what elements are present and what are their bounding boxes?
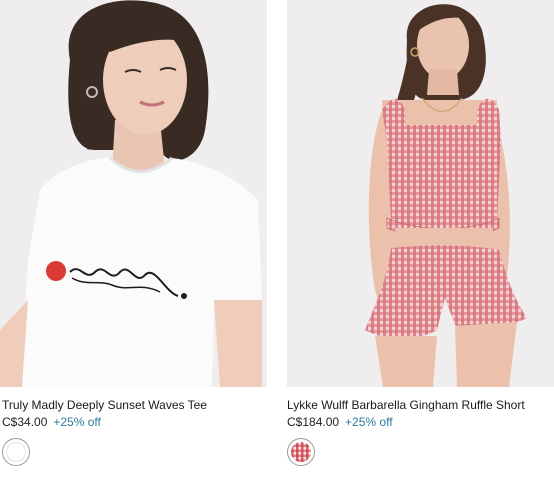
price-row: C$184.00 +25% off: [287, 414, 554, 430]
product-price: C$34.00: [2, 415, 48, 429]
product-image-gingham-ruffle-short[interactable]: [287, 0, 554, 387]
discount-badge: +25% off: [345, 415, 393, 429]
price-row: C$34.00 +25% off: [0, 414, 267, 430]
color-swatch-white[interactable]: [2, 438, 30, 466]
product-card[interactable]: Truly Madly Deeply Sunset Waves Tee C$34…: [0, 0, 267, 466]
product-card[interactable]: Lykke Wulff Barbarella Gingham Ruffle Sh…: [287, 0, 554, 466]
discount-badge: +25% off: [53, 415, 101, 429]
product-title[interactable]: Truly Madly Deeply Sunset Waves Tee: [0, 397, 267, 413]
product-image-sunset-waves-tee[interactable]: [0, 0, 267, 387]
product-price: C$184.00: [287, 415, 340, 429]
product-photo: [0, 0, 267, 387]
product-title[interactable]: Lykke Wulff Barbarella Gingham Ruffle Sh…: [287, 397, 554, 413]
product-photo: [287, 0, 554, 387]
color-swatch-red-gingham[interactable]: [287, 438, 315, 466]
